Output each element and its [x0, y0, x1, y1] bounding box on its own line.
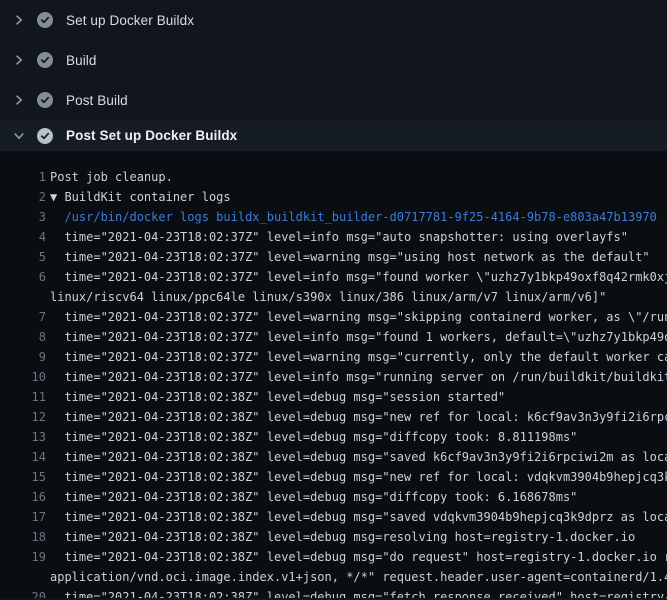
log-line-text: time="2021-04-23T18:02:38Z" level=debug … — [50, 427, 577, 447]
log-row: 11 time="2021-04-23T18:02:38Z" level=deb… — [0, 387, 667, 407]
log-row: 14 time="2021-04-23T18:02:38Z" level=deb… — [0, 447, 667, 467]
line-number[interactable]: 7 — [0, 307, 46, 327]
step-label: Post Set up Docker Buildx — [66, 128, 237, 143]
check-circle-icon — [37, 92, 53, 108]
log-row: 12 time="2021-04-23T18:02:38Z" level=deb… — [0, 407, 667, 427]
line-number[interactable]: 13 — [0, 427, 46, 447]
log-row: 20 time="2021-04-23T18:02:38Z" level=deb… — [0, 587, 667, 598]
line-number[interactable]: 16 — [0, 487, 46, 507]
log-line-text: time="2021-04-23T18:02:38Z" level=debug … — [50, 407, 667, 427]
line-number[interactable]: 9 — [0, 347, 46, 367]
log-row: 2▼ BuildKit container logs — [0, 187, 667, 207]
log-viewer: 1Post job cleanup.2▼ BuildKit container … — [0, 151, 667, 598]
log-row: 6 time="2021-04-23T18:02:37Z" level=info… — [0, 267, 667, 287]
log-row: 4 time="2021-04-23T18:02:37Z" level=info… — [0, 227, 667, 247]
check-circle-icon — [37, 12, 53, 28]
log-line-text: time="2021-04-23T18:02:38Z" level=debug … — [50, 587, 667, 598]
chevron-down-icon — [13, 130, 25, 142]
log-line-text: Post job cleanup. — [50, 167, 173, 187]
log-line-text: time="2021-04-23T18:02:38Z" level=debug … — [50, 387, 505, 407]
log-line-text: linux/riscv64 linux/ppc64le linux/s390x … — [50, 287, 606, 307]
log-row-wrap-continuation: linux/riscv64 linux/ppc64le linux/s390x … — [0, 287, 667, 307]
log-row: 17 time="2021-04-23T18:02:38Z" level=deb… — [0, 507, 667, 527]
log-row: 7 time="2021-04-23T18:02:37Z" level=warn… — [0, 307, 667, 327]
log-line-text: application/vnd.oci.image.index.v1+json,… — [50, 567, 667, 587]
log-row: 13 time="2021-04-23T18:02:38Z" level=deb… — [0, 427, 667, 447]
log-row: 19 time="2021-04-23T18:02:38Z" level=deb… — [0, 547, 667, 567]
line-number[interactable]: 17 — [0, 507, 46, 527]
step-label: Set up Docker Buildx — [66, 13, 194, 28]
line-number[interactable]: 8 — [0, 327, 46, 347]
line-number[interactable]: 1 — [0, 167, 46, 187]
step-row-post-build[interactable]: Post Build — [0, 80, 667, 120]
line-number-gutter — [0, 287, 46, 307]
log-line-text: time="2021-04-23T18:02:38Z" level=debug … — [50, 527, 635, 547]
line-number[interactable]: 12 — [0, 407, 46, 427]
line-number[interactable]: 3 — [0, 207, 46, 227]
steps-list: Set up Docker Buildx Build Post Build Post … — [0, 0, 667, 151]
line-number[interactable]: 18 — [0, 527, 46, 547]
log-command-text: /usr/bin/docker logs buildx_buildkit_bui… — [50, 207, 657, 227]
chevron-right-icon — [13, 14, 25, 26]
step-row-build[interactable]: Build — [0, 40, 667, 80]
line-number[interactable]: 5 — [0, 247, 46, 267]
log-row: 16 time="2021-04-23T18:02:38Z" level=deb… — [0, 487, 667, 507]
log-line-text: time="2021-04-23T18:02:38Z" level=debug … — [50, 507, 667, 527]
log-row-wrap-continuation: application/vnd.oci.image.index.v1+json,… — [0, 567, 667, 587]
line-number[interactable]: 10 — [0, 367, 46, 387]
log-row: 3 /usr/bin/docker logs buildx_buildkit_b… — [0, 207, 667, 227]
log-line-text: time="2021-04-23T18:02:37Z" level=info m… — [50, 227, 628, 247]
check-circle-icon — [37, 128, 53, 144]
log-row: 15 time="2021-04-23T18:02:38Z" level=deb… — [0, 467, 667, 487]
log-line-text: time="2021-04-23T18:02:37Z" level=warnin… — [50, 347, 667, 367]
log-line-text: time="2021-04-23T18:02:38Z" level=debug … — [50, 467, 667, 487]
step-row-post-set-up-docker-buildx[interactable]: Post Set up Docker Buildx — [0, 120, 667, 151]
log-line-text: time="2021-04-23T18:02:37Z" level=warnin… — [50, 247, 650, 267]
line-number[interactable]: 2 — [0, 187, 46, 207]
line-number[interactable]: 6 — [0, 267, 46, 287]
line-number[interactable]: 20 — [0, 587, 46, 598]
step-label: Build — [66, 53, 97, 68]
step-row-set-up-docker-buildx[interactable]: Set up Docker Buildx — [0, 0, 667, 40]
line-number[interactable]: 14 — [0, 447, 46, 467]
line-number[interactable]: 19 — [0, 547, 46, 567]
log-row: 10 time="2021-04-23T18:02:37Z" level=inf… — [0, 367, 667, 387]
chevron-right-icon — [13, 94, 25, 106]
log-line-text: time="2021-04-23T18:02:38Z" level=debug … — [50, 547, 667, 567]
log-line-text: time="2021-04-23T18:02:37Z" level=info m… — [50, 367, 667, 387]
log-row: 5 time="2021-04-23T18:02:37Z" level=warn… — [0, 247, 667, 267]
log-row: 1Post job cleanup. — [0, 167, 667, 187]
chevron-right-icon — [13, 54, 25, 66]
log-row: 18 time="2021-04-23T18:02:38Z" level=deb… — [0, 527, 667, 547]
line-number-gutter — [0, 567, 46, 587]
log-row: 9 time="2021-04-23T18:02:37Z" level=warn… — [0, 347, 667, 367]
line-number[interactable]: 11 — [0, 387, 46, 407]
log-line-text: time="2021-04-23T18:02:38Z" level=debug … — [50, 447, 667, 467]
log-line-text: time="2021-04-23T18:02:37Z" level=info m… — [50, 267, 667, 287]
step-label: Post Build — [66, 93, 128, 108]
log-line-text: time="2021-04-23T18:02:37Z" level=info m… — [50, 327, 667, 347]
line-number[interactable]: 4 — [0, 227, 46, 247]
line-number[interactable]: 15 — [0, 467, 46, 487]
log-line-text: time="2021-04-23T18:02:37Z" level=warnin… — [50, 307, 667, 327]
log-group-toggle[interactable]: ▼ BuildKit container logs — [50, 187, 231, 207]
log-line-text: time="2021-04-23T18:02:38Z" level=debug … — [50, 487, 577, 507]
check-circle-icon — [37, 52, 53, 68]
log-row: 8 time="2021-04-23T18:02:37Z" level=info… — [0, 327, 667, 347]
